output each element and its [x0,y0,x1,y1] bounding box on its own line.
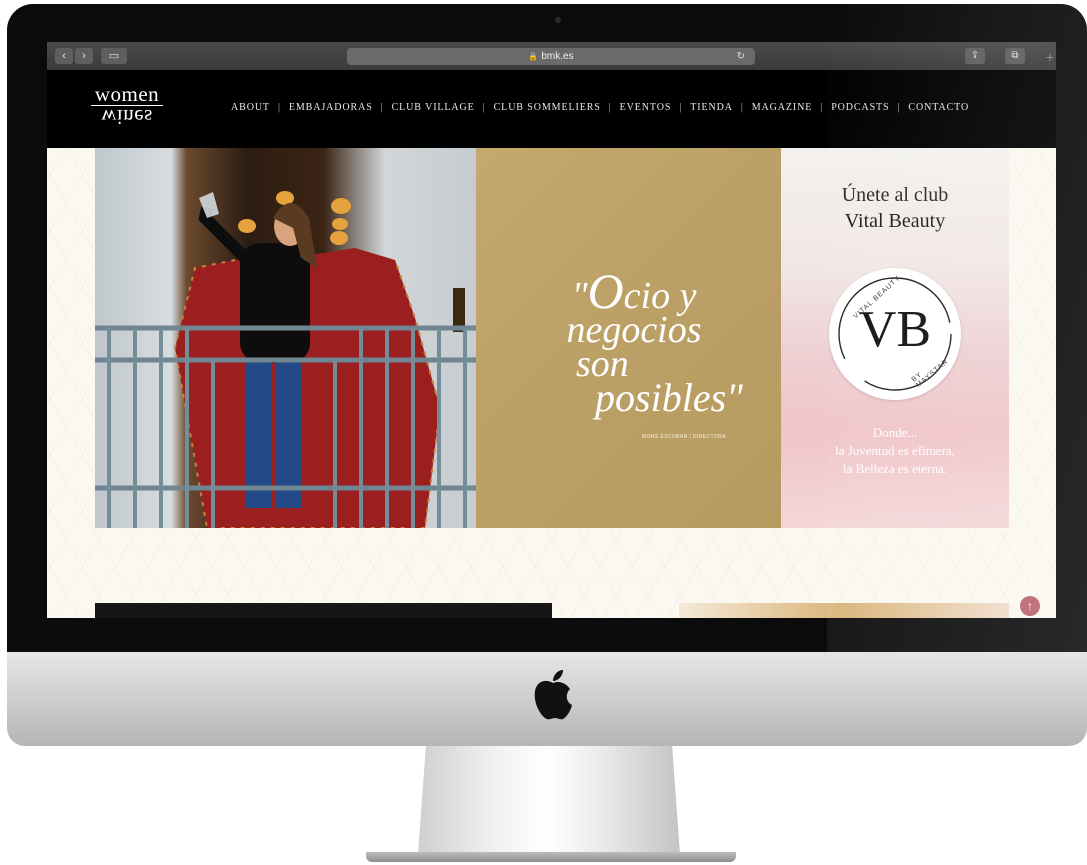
logo-word-bottom: wines [101,105,153,129]
chevron-left-icon[interactable]: ‹ [55,48,73,64]
menu-item-podcasts[interactable]: PODCASTS [831,102,889,113]
chevron-right-icon[interactable]: › [75,48,93,64]
menu-separator: | [482,102,486,113]
menu-item-contacto[interactable]: CONTACTO [908,102,969,113]
new-tab-icon[interactable]: + [1046,50,1054,64]
menu-separator: | [820,102,824,113]
woman-on-balcony-image [95,191,476,528]
scroll-to-top-button[interactable]: ↑ [1020,596,1040,616]
menu-separator: | [897,102,901,113]
quote-panel[interactable]: "Ocio y negocios son posibles" MONS ESCO… [476,148,781,528]
quote-line-1: "Ocio y [524,266,744,316]
logo-word-top: women [94,82,160,106]
address-bar[interactable]: 🔒 bmk.es ↻ [347,48,755,65]
club-title-line-1: Únete al club [841,184,949,206]
url-text: bmk.es [541,51,574,62]
tabs-icon[interactable]: ⧉ [1005,48,1025,64]
imac-stand-base [366,852,736,862]
club-title-line-2: Vital Beauty [844,210,946,232]
quote-credit: MONS ESCOBAR | DIRECTORA [642,434,726,440]
browser-screen: ‹ › ▭ 🔒 bmk.es ↻ ⇪ ⧉ + women wines ABOUT |… [47,42,1056,618]
menu-item-club-sommeliers[interactable]: CLUB SOMMELIERS [494,102,601,113]
browser-toolbar: ‹ › ▭ 🔒 bmk.es ↻ ⇪ ⧉ + [47,42,1056,70]
menu-separator: | [277,102,281,113]
menu-item-tienda[interactable]: TIENDA [690,102,733,113]
apple-logo-icon [534,670,572,720]
badge-monogram: VB [858,301,932,358]
menu-separator: | [608,102,612,113]
hero-photo-panel[interactable] [95,148,476,528]
menu-item-about[interactable]: ABOUT [231,102,270,113]
menu-separator: | [380,102,384,113]
imac-stand [418,746,680,854]
vital-beauty-badge: VB VITAL BEAUTY BY MAYSTAR [829,268,961,400]
section-preview-left [95,603,552,618]
club-tagline: Donde... la Juventud es efímera, la Bell… [781,424,1009,478]
hero-quote: "Ocio y negocios son posibles" [524,266,744,420]
vital-beauty-panel[interactable]: Únete al club Vital Beauty VB VITAL BEAU… [781,148,1009,528]
menu-separator: | [679,102,683,113]
quote-line-2: negocios [566,309,702,351]
menu-item-magazine[interactable]: MAGAZINE [752,102,813,113]
site-logo[interactable]: women wines [85,82,169,129]
club-copy-line-1: Donde... [872,425,918,440]
lock-icon: 🔒 [528,52,539,61]
club-copy-line-2: la Juventud es efímera, [835,443,955,458]
menu-separator: | [740,102,744,113]
share-icon[interactable]: ⇪ [965,48,985,64]
site-header: women wines ABOUT | EMBAJADORAS | CLUB VIL… [47,70,1056,148]
reload-icon[interactable]: ↻ [737,48,745,65]
menu-item-club-village[interactable]: CLUB VILLAGE [392,102,475,113]
menu-item-eventos[interactable]: EVENTOS [620,102,672,113]
main-menu: ABOUT | EMBAJADORAS | CLUB VILLAGE | CLUB S… [231,102,969,113]
section-preview-right [679,603,1009,618]
sidebar-icon[interactable]: ▭ [101,48,127,64]
club-copy-line-3: la Belleza es eterna. [843,461,947,476]
quote-line-4: posibles" [595,375,743,420]
camera-dot [555,17,561,23]
menu-item-embajadoras[interactable]: EMBAJADORAS [289,102,373,113]
